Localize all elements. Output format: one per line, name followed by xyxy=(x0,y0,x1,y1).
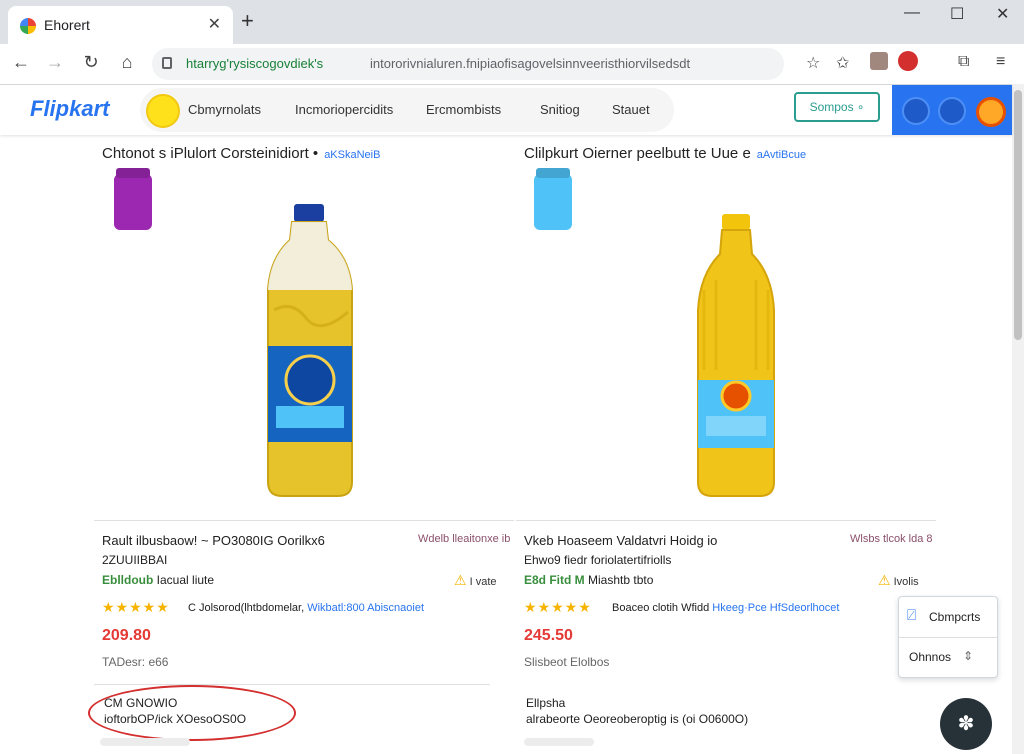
product-2-price: 245.50 xyxy=(524,627,573,644)
nav-link-1[interactable]: Cbmyrnolats xyxy=(188,102,261,117)
product-1-warning: ⚠ I vate xyxy=(454,572,497,589)
product-2-bottom-line2[interactable]: alrabeorte Oeoreoberoptig is (oi O0600O) xyxy=(526,712,748,726)
category-nav: Cbmyrnolats Incmoriopercidits Ercmombist… xyxy=(140,88,674,132)
product-2-line2: Ehwo9 fiedr foriolatertifriolls xyxy=(524,553,672,567)
compare-popup: ⍁ Cbmpcrts Ohnnos ⇕ xyxy=(898,596,998,678)
url-host: htarryg'rysiscogovdiek's xyxy=(186,56,324,71)
minimize-button[interactable]: — xyxy=(904,4,920,22)
product-1-rating-stars: ★★★★★ xyxy=(102,599,170,615)
browser-tab[interactable]: Ehorert ✕ xyxy=(8,6,233,44)
product-2-divider xyxy=(516,520,936,521)
options-row[interactable]: Ohnnos ⇕ xyxy=(899,638,997,676)
product-2-right-label: Wlsbs tlcok lda 8 xyxy=(850,533,933,545)
compare-row[interactable]: ⍁ Cbmpcrts xyxy=(899,597,997,638)
product-2-rating-text-a: Boaceo clotih Wfidd xyxy=(612,602,710,614)
extension-star-icon[interactable]: ✩ xyxy=(836,53,849,73)
address-bar[interactable]: htarryg'rysiscogovdiek's intororivnialur… xyxy=(152,48,784,80)
warning-icon: ⚠ xyxy=(878,572,891,588)
product-2-warning-text: Ivolis xyxy=(893,576,919,588)
product-2-heading: Clilpkurt Oierner peelbutt te Uue e aAvti… xyxy=(524,145,806,162)
product-2-rating-text: Boaceo clotih Wfidd Hkeeg·Pce HfSdeorlho… xyxy=(612,602,839,614)
product-1-rating-text-b[interactable]: Wikbatl:800 Abiscnaoiet xyxy=(307,602,424,614)
compare-button[interactable]: Sompos ∘ xyxy=(794,92,880,122)
account-area xyxy=(892,85,1012,135)
close-window-button[interactable]: ✕ xyxy=(996,4,1009,24)
tab-favicon-icon xyxy=(20,18,36,34)
product-2-title: Clilpkurt Oierner peelbutt te Uue e xyxy=(524,145,751,162)
product-2-name[interactable]: Vkeb Hoaseem Valdatvri Hoidg io xyxy=(524,533,717,548)
user-icon[interactable] xyxy=(902,97,930,125)
browser-tabbar: Ehorert ✕ + — ☐ ✕ xyxy=(0,0,1024,44)
product-1-line3-rest: Iacual liute xyxy=(156,573,215,587)
product-1-bottle-image[interactable] xyxy=(262,200,358,500)
bookmark-star-icon[interactable]: ☆ xyxy=(806,53,820,73)
product-1-stock: Eblldoub xyxy=(102,573,154,587)
product-1-title: Chtonot s iPlulort Corsteinidiort • xyxy=(102,145,319,162)
product-2-title-sub[interactable]: aAvtiBcue xyxy=(757,149,806,161)
menu-icon[interactable]: ≡ xyxy=(996,53,1005,71)
annotation-circle xyxy=(88,685,296,741)
chat-icon: ✽ xyxy=(957,713,975,735)
extension-icon-2[interactable] xyxy=(898,51,918,71)
tab-close-icon[interactable]: ✕ xyxy=(208,14,221,34)
new-tab-button[interactable]: + xyxy=(241,8,254,34)
product-2-warning: ⚠ Ivolis xyxy=(878,572,919,589)
scrollbar-thumb[interactable] xyxy=(1014,90,1022,340)
product-1-bottom-divider xyxy=(94,684,490,685)
url-path: intororivnialuren.fnipiaofisagovelsinnve… xyxy=(370,56,691,71)
product-2-line3-rest: Miashtb tbto xyxy=(588,573,654,587)
product-2-stock: E8d Fitd M xyxy=(524,573,585,587)
product-2-detail: Slisbeot Elolbos xyxy=(524,655,610,669)
compare-label: Cbmpcrts xyxy=(929,610,981,624)
product-1-rating-text: C Jolsorod(lhtbdomelar, Wikbatl:800 Abis… xyxy=(188,602,424,614)
chat-assistant-button[interactable]: ✽ xyxy=(940,698,992,750)
product-1-divider xyxy=(94,520,514,521)
options-arrow-icon: ⇕ xyxy=(963,649,974,663)
blurred-text xyxy=(100,738,190,746)
product-1-jar-image xyxy=(114,174,152,230)
product-2-rating-text-b[interactable]: Hkeeg·Pce HfSdeorlhocet xyxy=(712,602,839,614)
reload-icon[interactable]: ↻ xyxy=(80,52,102,73)
product-1-name[interactable]: Rault ilbusbaow! ~ PO3080IG Oorilkx6 xyxy=(102,533,325,548)
compare-icon: ⍁ xyxy=(907,607,917,624)
product-1-rating-text-a: C Jolsorod(lhtbdomelar, xyxy=(188,602,305,614)
cart-icon[interactable] xyxy=(976,97,1006,127)
blurred-text xyxy=(524,738,594,746)
notification-icon[interactable] xyxy=(938,97,966,125)
product-1-right-label: Wdelb lleaitonxe ib xyxy=(418,533,511,545)
back-icon[interactable]: ← xyxy=(10,52,32,73)
product-2-jar-image xyxy=(534,174,572,230)
options-label: Ohnnos xyxy=(909,650,952,664)
extension-icon-1[interactable] xyxy=(870,52,888,70)
nav-link-2[interactable]: Incmoriopercidits xyxy=(295,102,393,117)
product-2-line3: E8d Fitd M Miashtb tbto xyxy=(524,573,653,587)
site-logo[interactable]: Flipkart xyxy=(30,96,109,122)
product-1-line2: 2ZUUIIBBAI xyxy=(102,553,168,567)
product-1-heading: Chtonot s iPlulort Corsteinidiort • aKSka… xyxy=(102,145,380,162)
warning-icon: ⚠ xyxy=(454,572,467,588)
product-1-line3: Eblldoub Iacual liute xyxy=(102,573,214,587)
product-1-warning-text: I vate xyxy=(469,576,497,588)
site-header: Flipkart Cbmyrnolats Incmoriopercidits E… xyxy=(0,85,1012,135)
home-icon[interactable]: ⌂ xyxy=(116,52,138,73)
extensions-icon[interactable]: ⧉ xyxy=(958,53,969,71)
product-1-detail: TADesr: e66 xyxy=(102,655,169,669)
nav-link-4[interactable]: Snitiog xyxy=(540,102,580,117)
product-2-bottle-image[interactable] xyxy=(694,210,778,500)
lock-icon xyxy=(162,57,172,69)
maximize-button[interactable]: ☐ xyxy=(950,4,964,24)
product-2-rating-stars: ★★★★★ xyxy=(524,599,592,615)
tab-title: Ehorert xyxy=(44,17,90,33)
nav-link-3[interactable]: Ercmombists xyxy=(426,102,501,117)
product-2-bottom-line1: Ellpsha xyxy=(526,696,566,710)
product-1-title-sub[interactable]: aKSkaNeiB xyxy=(324,149,380,161)
plus-badge-icon[interactable] xyxy=(146,94,180,128)
product-1-price: 209.80 xyxy=(102,627,151,644)
nav-link-5[interactable]: Stauet xyxy=(612,102,650,117)
forward-icon[interactable]: → xyxy=(44,52,66,73)
